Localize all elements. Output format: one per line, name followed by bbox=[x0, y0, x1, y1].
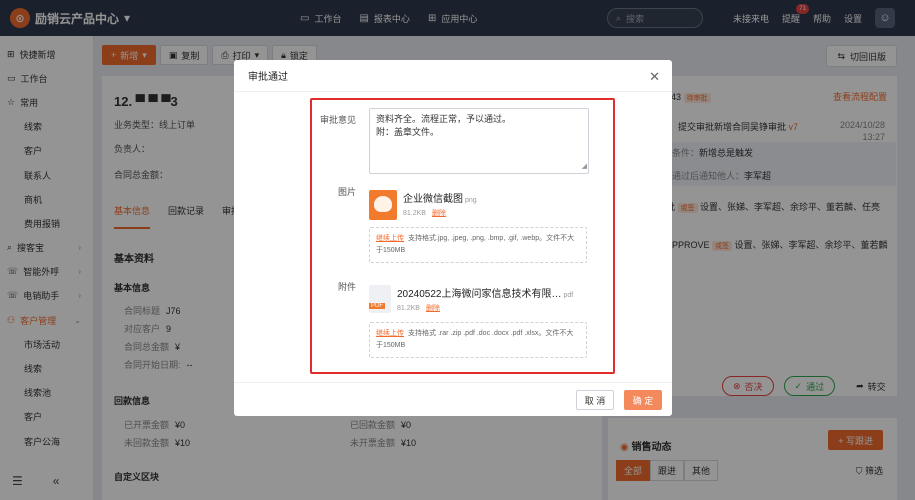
attachment-upload-area[interactable]: 继续上传 支持格式 .rar .zip .pdf .doc .docx .pdf … bbox=[369, 322, 587, 358]
attachment-continue-upload-link[interactable]: 继续上传 bbox=[376, 330, 404, 337]
approve-dialog: 审批通过 ✕ 审批意见 资料齐全。流程正常，予以通过。 附：盖章文件。 ◢ 图片… bbox=[234, 60, 672, 416]
opinion-text: 资料齐全。流程正常，予以通过。 附：盖章文件。 bbox=[376, 114, 512, 137]
close-icon[interactable]: ✕ bbox=[649, 69, 660, 85]
image-file-name[interactable]: 企业微信截图 bbox=[403, 194, 463, 205]
resize-handle-icon[interactable]: ◢ bbox=[582, 160, 587, 173]
attachment-file-name[interactable]: 20240522上海微问家信息技术有限… bbox=[397, 289, 562, 300]
attachment-delete-link[interactable]: 删除 bbox=[426, 305, 440, 312]
dialog-title: 审批通过 bbox=[248, 72, 288, 83]
attachment-label: 附件 bbox=[338, 282, 357, 292]
image-file: 企业微信截图 png 81.2KB 删除 bbox=[369, 190, 477, 220]
image-label: 图片 bbox=[338, 187, 357, 197]
image-file-ext: png bbox=[465, 197, 477, 204]
attachment-file-ext: pdf bbox=[563, 292, 574, 299]
opinion-textarea[interactable]: 资料齐全。流程正常，予以通过。 附：盖章文件。 ◢ bbox=[369, 108, 589, 174]
attachment-file: PDF 20240522上海微问家信息技术有限… pdf 81.2KB 删除 bbox=[369, 285, 573, 313]
image-file-size: 81.2KB bbox=[403, 210, 426, 217]
dialog-footer: 取 消 确 定 bbox=[234, 382, 672, 416]
pdf-file-icon: PDF bbox=[369, 285, 391, 313]
attachment-file-size: 81.2KB bbox=[397, 305, 420, 312]
image-continue-upload-link[interactable]: 继续上传 bbox=[376, 235, 404, 242]
confirm-button[interactable]: 确 定 bbox=[624, 390, 662, 410]
image-upload-hint: 支持格式.jpg, .jpeg, .png, .bmp, .gif, .webp… bbox=[376, 235, 575, 254]
fox-mascot-icon bbox=[374, 196, 392, 212]
image-delete-link[interactable]: 删除 bbox=[432, 210, 446, 217]
image-upload-area[interactable]: 继续上传 支持格式.jpg, .jpeg, .png, .bmp, .gif, .… bbox=[369, 227, 587, 263]
opinion-label: 审批意见 bbox=[320, 115, 357, 125]
attachment-upload-hint: 支持格式 .rar .zip .pdf .doc .docx .pdf .xls… bbox=[376, 330, 574, 349]
cancel-button[interactable]: 取 消 bbox=[576, 390, 614, 410]
image-thumbnail[interactable] bbox=[369, 190, 397, 220]
dialog-header: 审批通过 bbox=[234, 60, 672, 92]
